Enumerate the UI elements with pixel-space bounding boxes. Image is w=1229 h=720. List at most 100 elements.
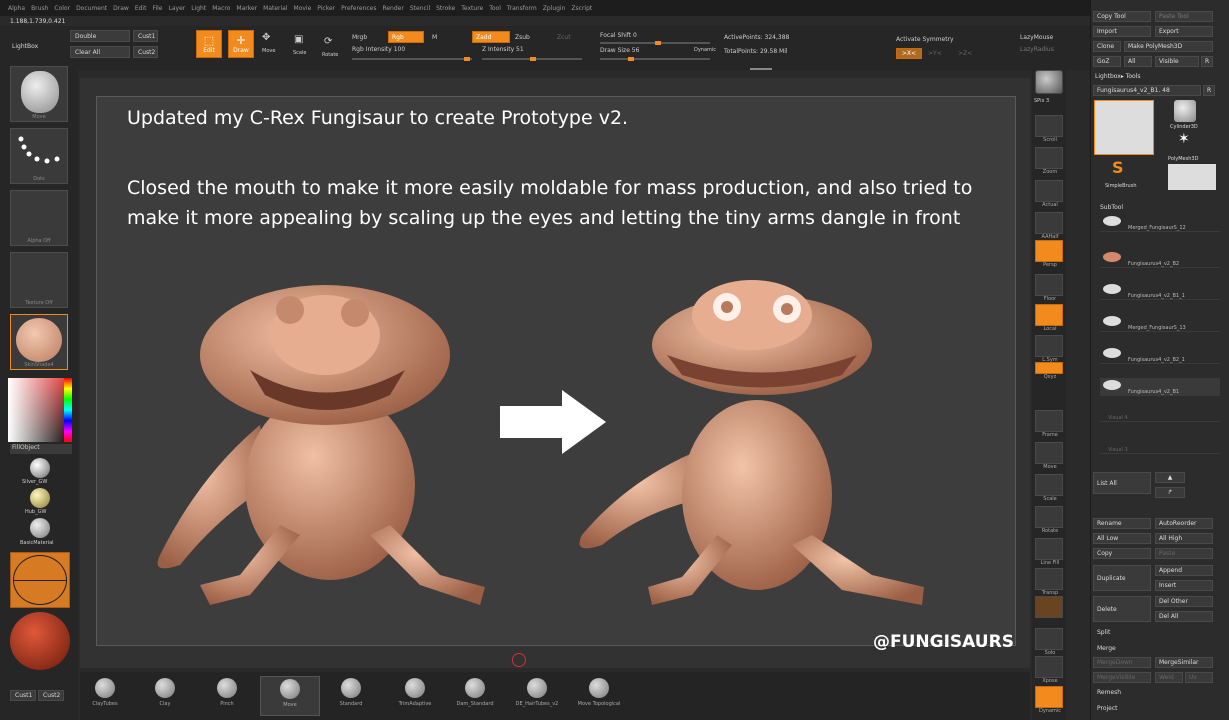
transp-button[interactable]: Transp [1035,568,1063,596]
subtool-row[interactable]: Fungisaurus4_v2_B2_1 [1100,346,1220,364]
menu-item[interactable]: Brush [31,5,48,12]
merge-down-button[interactable]: MergeDown [1093,657,1151,668]
xpose-button[interactable]: Xpose [1035,656,1063,684]
rgb-intensity-track[interactable] [352,57,472,61]
del-all-button[interactable]: Del All [1155,611,1213,622]
all-low-button[interactable]: All Low [1093,533,1151,544]
lightbox-tools-button[interactable]: Lightbox▸ Tools [1095,73,1141,80]
m-toggle[interactable]: M [432,34,437,41]
clear-all-button[interactable]: Clear All [70,46,130,58]
alpha-thumbnail[interactable]: Alpha Off [10,190,68,246]
insert-button[interactable]: Insert [1155,580,1213,591]
goz-visible-button[interactable]: Visible [1155,56,1199,67]
cust1-button[interactable]: Cust1 [133,30,158,42]
up-arrow-icon[interactable]: ▲ [1155,472,1185,483]
menu-item[interactable]: Preferences [341,5,376,12]
main-color-swatch[interactable] [10,552,70,608]
simplebrush-icon[interactable]: S [1112,158,1124,177]
move-view-button[interactable]: Move [1035,442,1063,470]
subtool-row[interactable]: Visual 3 [1100,436,1220,454]
hairtubes-brush[interactable]: DE_HairTubes_v2 [512,676,562,716]
scale-icon[interactable]: ▣ [294,34,303,45]
symmetry-z-toggle[interactable]: >Z< [958,50,972,57]
cylinder-icon[interactable] [1174,100,1196,122]
floor-button[interactable]: Floor [1035,274,1063,302]
menu-item[interactable]: Layer [169,5,186,12]
remesh-header[interactable]: Remesh [1097,689,1121,696]
focal-shift-track[interactable] [600,41,710,45]
menu-item[interactable]: Edit [135,5,147,12]
menu-item[interactable]: Render [382,5,403,12]
split-header[interactable]: Split [1097,629,1110,636]
hub-material-icon[interactable] [30,488,50,508]
shelf-cust1-button[interactable]: Cust1 [10,690,36,701]
menu-item[interactable]: Zscript [571,5,592,12]
menu-item[interactable]: Stroke [436,5,455,12]
menu-item[interactable]: Draw [113,5,129,12]
z-intensity-track[interactable] [482,57,582,61]
color-picker[interactable] [8,378,72,442]
frame-button[interactable]: Frame [1035,410,1063,438]
lazymouse-toggle[interactable]: LazyMouse [1020,34,1053,41]
menu-item[interactable]: Material [263,5,287,12]
menu-item[interactable]: Picker [317,5,335,12]
subtool-header[interactable]: SubTool [1100,204,1123,211]
scroll-handle[interactable] [750,68,772,70]
aahalf-button[interactable]: AAHalf [1035,212,1063,240]
brush-thumbnail[interactable]: Move [10,66,68,122]
standard-brush[interactable]: Standard [326,676,376,716]
subtool-row[interactable]: Fungisaurus4_v2_B2 [1100,250,1220,268]
material-thumbnail[interactable]: SkinShade4 [10,314,68,370]
fill-object-button[interactable]: FillObject [10,444,72,454]
clay-brush[interactable]: Clay [140,676,190,716]
draw-size-track[interactable] [600,57,710,61]
copy-subtool-button[interactable]: Copy [1093,548,1151,559]
double-button[interactable]: Double [70,30,130,42]
line-fill-button[interactable]: Line Fill [1035,538,1063,566]
menu-item[interactable]: Transform [507,5,537,12]
paste-subtool-button[interactable]: Paste [1155,548,1213,559]
material-preview-button[interactable] [1035,70,1063,94]
shelf-cust2-button[interactable]: Cust2 [38,690,64,701]
autoreorder-button[interactable]: AutoReorder [1155,518,1213,529]
menu-item[interactable]: Macro [212,5,230,12]
texture-thumbnail[interactable]: Texture Off [10,252,68,308]
menu-item[interactable]: Light [191,5,206,12]
all-high-button[interactable]: All High [1155,533,1213,544]
menu-item[interactable]: Movie [294,5,312,12]
symmetry-x-toggle[interactable]: >X< [896,48,922,59]
goz-all-button[interactable]: All [1124,56,1152,67]
lazyradius-slider[interactable]: LazyRadius [1020,46,1054,53]
zcut-toggle[interactable]: Zcut [557,34,571,41]
z-intensity-slider[interactable]: Z Intensity 51 [482,46,524,53]
delete-button[interactable]: Delete [1093,596,1151,622]
local-button[interactable]: Local [1035,304,1063,332]
subtool-row-selected[interactable]: Fungisaurus4_v2_B1 [1100,378,1220,396]
spix-control[interactable]: SPix 3 [1034,98,1049,104]
move-topological-brush[interactable]: Move Topological [574,676,624,716]
clone-button[interactable]: Clone [1093,41,1121,52]
symmetry-y-toggle[interactable]: >Y< [928,50,942,57]
menu-item[interactable]: Alpha [8,5,25,12]
tool-thumb-fungisaur[interactable] [1094,100,1154,155]
move-brush-selected[interactable]: Move [260,676,320,716]
merge-header[interactable]: Merge [1097,645,1116,652]
copy-tool-button[interactable]: Copy Tool [1093,11,1151,22]
subtool-row[interactable]: Merged_FungisaurS_12 [1100,214,1220,232]
trimadaptive-brush[interactable]: TrimAdaptive [390,676,440,716]
rgb-intensity-slider[interactable]: Rgb Intensity 100 [352,46,405,53]
project-header[interactable]: Project [1097,705,1118,712]
tool-thumb-small[interactable] [1168,164,1216,190]
merge-visible-button[interactable]: MergeVisible [1093,672,1151,683]
draw-size-slider[interactable]: Draw Size 56 [600,47,639,54]
menu-item[interactable]: Tool [489,5,501,12]
weld-button[interactable]: Weld [1155,672,1183,683]
duplicate-button[interactable]: Duplicate [1093,565,1151,591]
menu-item[interactable]: Stencil [410,5,430,12]
merge-similar-button[interactable]: MergeSimilar [1155,657,1213,668]
hue-strip[interactable] [64,378,72,442]
rgb-toggle[interactable]: Rgb [388,31,424,43]
zadd-toggle[interactable]: Zadd [472,31,510,43]
zsub-toggle[interactable]: Zsub [515,34,530,41]
del-other-button[interactable]: Del Other [1155,596,1213,607]
